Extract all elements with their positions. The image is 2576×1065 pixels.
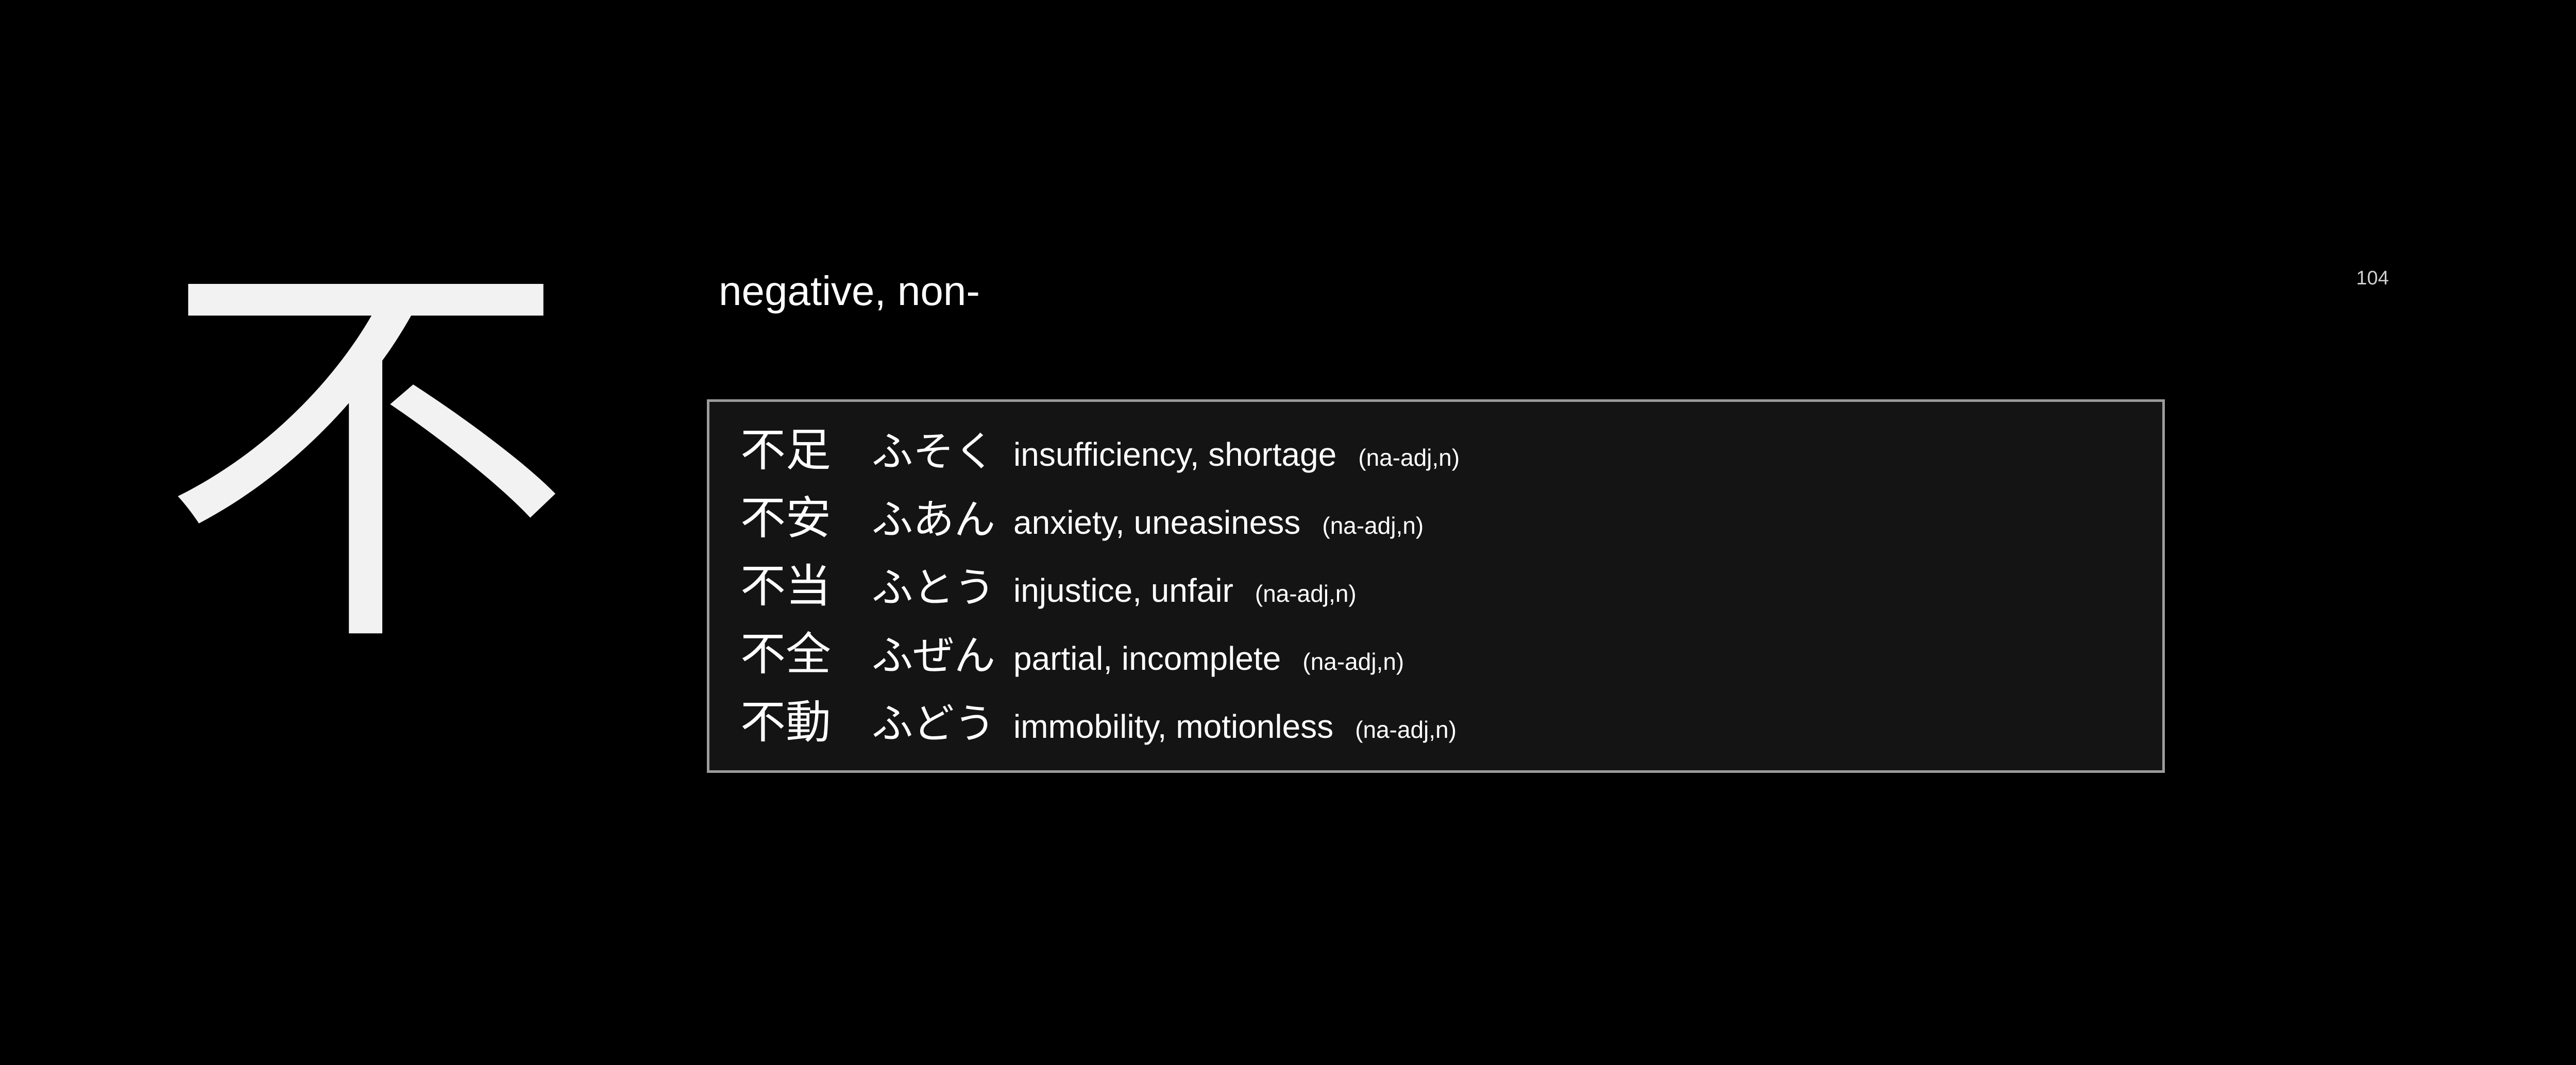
- vocab-word: 不当: [740, 560, 832, 613]
- vocab-gloss: immobility, motionless: [1013, 708, 1334, 745]
- vocab-word: 不全: [740, 628, 832, 681]
- vocab-reading: ふそく: [872, 428, 995, 476]
- vocab-row: 不当 ふとう injustice, unfair (na-adj,n): [740, 552, 2162, 620]
- kanji-character: 不: [160, 218, 572, 699]
- vocab-part-of-speech: (na-adj,n): [1355, 716, 1457, 743]
- vocab-reading: ふとう: [872, 564, 995, 612]
- vocab-part-of-speech: (na-adj,n): [1255, 580, 1357, 607]
- vocab-gloss: partial, incomplete: [1013, 640, 1281, 677]
- vocab-row: 不安 ふあん anxiety, uneasiness (na-adj,n): [740, 484, 2162, 552]
- vocab-row: 不全 ふぜん partial, incomplete (na-adj,n): [740, 620, 2162, 688]
- vocab-word: 不安: [740, 492, 832, 545]
- vocab-gloss: injustice, unfair: [1013, 572, 1233, 609]
- vocab-row: 不足 ふそく insufficiency, shortage (na-adj,n…: [740, 416, 2162, 484]
- kanji-meaning: negative, non-: [719, 268, 980, 314]
- vocab-reading: ふどう: [872, 700, 995, 748]
- vocab-gloss: insufficiency, shortage: [1013, 436, 1337, 473]
- vocab-row: 不動 ふどう immobility, motionless (na-adj,n): [740, 688, 2162, 756]
- vocab-reading: ふぜん: [872, 632, 995, 680]
- vocab-part-of-speech: (na-adj,n): [1302, 648, 1404, 675]
- vocab-part-of-speech: (na-adj,n): [1322, 512, 1424, 539]
- vocab-reading: ふあん: [872, 496, 995, 544]
- vocab-word: 不動: [740, 696, 832, 749]
- vocab-part-of-speech: (na-adj,n): [1358, 444, 1460, 471]
- vocab-word: 不足: [740, 424, 832, 477]
- vocabulary-box: 不足 ふそく insufficiency, shortage (na-adj,n…: [707, 399, 2165, 773]
- vocab-gloss: anxiety, uneasiness: [1013, 504, 1301, 541]
- page-number: 104: [2356, 267, 2389, 289]
